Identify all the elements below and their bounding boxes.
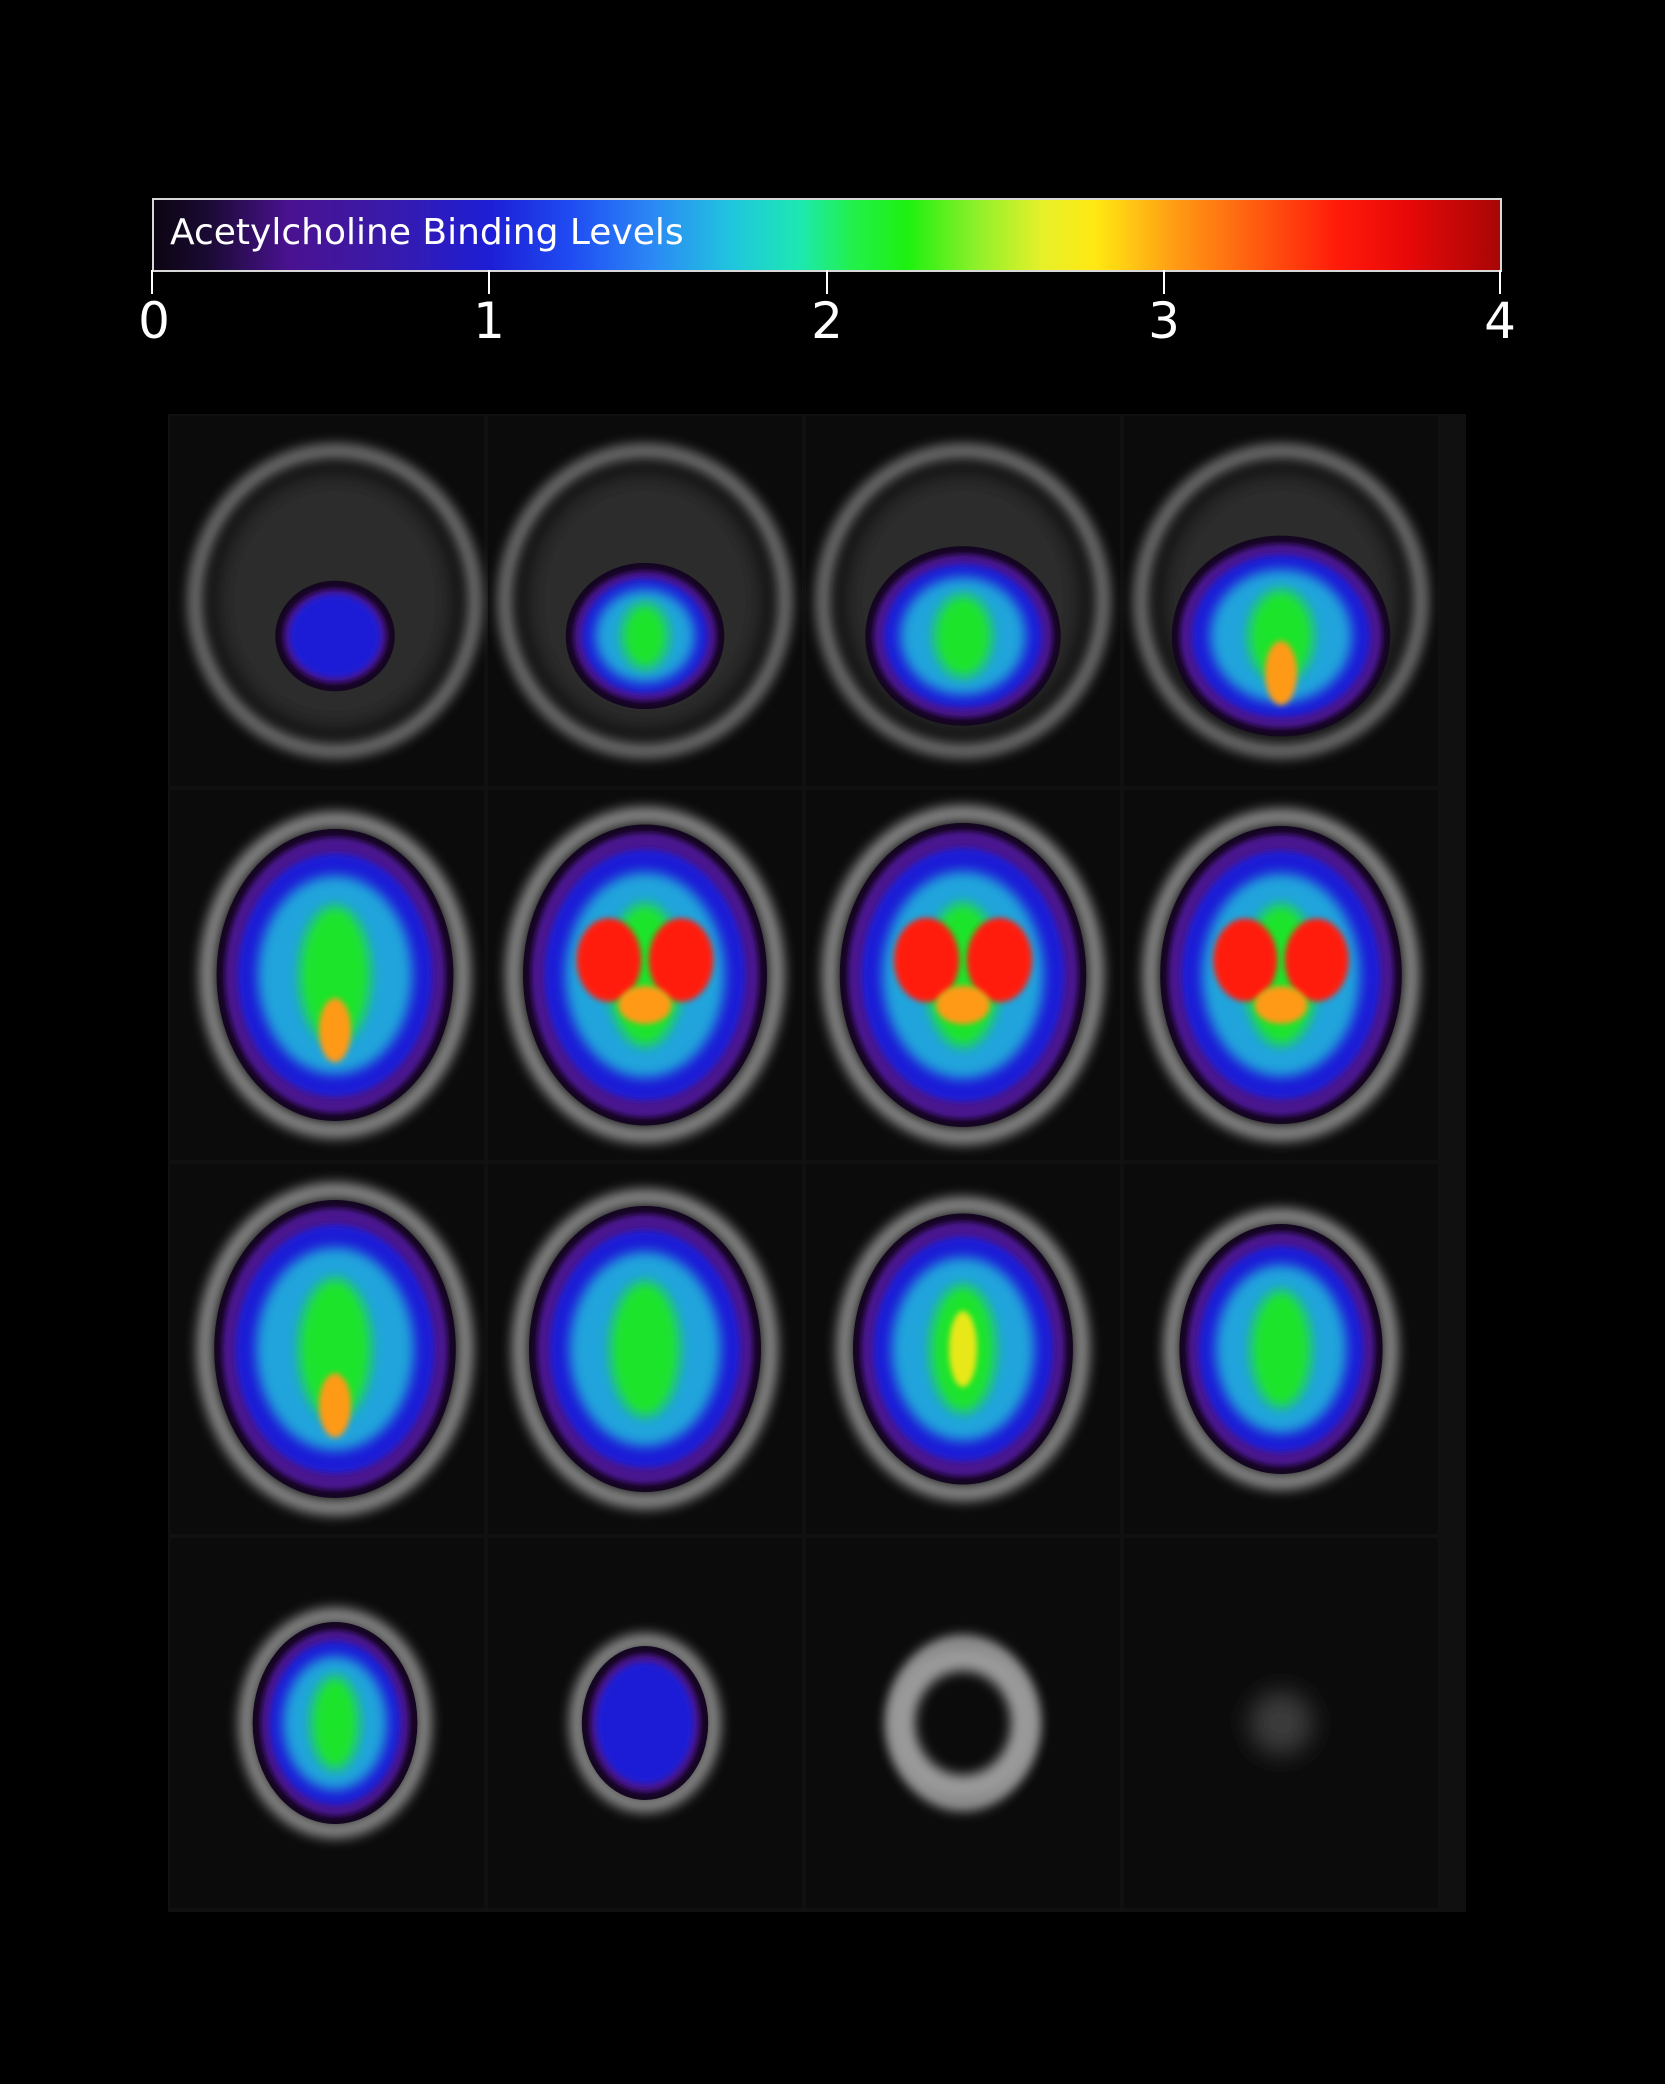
cerebellar-hotspot [1265,640,1297,705]
brain-slice [1124,416,1438,786]
skull-tissue [1249,1691,1313,1755]
colorbar-tick-mark [151,270,153,294]
colorbar-tick-mark [1163,270,1165,294]
brain-slice [170,1164,484,1534]
thalamus-region [936,985,990,1025]
brain-slice-grid [168,414,1466,1912]
brain-slice [170,416,484,786]
colorbar-tick-label: 0 [138,292,170,350]
colorbar-title: Acetylcholine Binding Levels [170,212,684,253]
brain-slice [806,1164,1120,1534]
brain-slice [1124,1538,1438,1908]
brain-slice [806,1538,1120,1908]
colorbar-tick-label: 3 [1148,292,1180,350]
colorbar-tick-mark [1499,270,1501,294]
brain-slice [806,790,1120,1160]
slice-tile [806,1538,1120,1908]
brain-slice-montage [168,414,1466,1912]
brain-region-green [934,595,992,677]
brain-slice [488,416,802,786]
brain-slice [488,1538,802,1908]
brain-region-green [311,1676,359,1770]
brain-region-green [622,603,668,669]
brain-slice [488,1164,802,1534]
brain-region-blue [596,1662,694,1784]
thalamus-region [618,986,672,1024]
brain-slice [170,790,484,1160]
midline-hotspot [949,1311,977,1387]
colorbar-tick-mark [488,270,490,294]
brain-slice [1124,1164,1438,1534]
cerebellar-hotspot [319,1373,351,1438]
brain-slice [488,790,802,1160]
colorbar-gradient: Acetylcholine Binding Levels [152,198,1502,272]
colorbar-tick-label: 4 [1484,292,1516,350]
cerebellar-hotspot [319,998,351,1063]
colorbar-tick-label: 2 [811,292,843,350]
brain-slice [170,1538,484,1908]
brain-slice [806,416,1120,786]
brain-slice [1124,790,1438,1160]
colorbar-tick-mark [826,270,828,294]
brain-region-blue [289,594,381,678]
colorbar-legend: Acetylcholine Binding Levels 0 1 2 3 4 [138,198,1516,350]
colorbar-tick-label: 1 [473,292,505,350]
colorbar-ticks: 0 1 2 3 4 [138,270,1516,360]
thalamus-region [1254,986,1308,1024]
brain-region-green [610,1281,680,1417]
brain-region-green [1251,1290,1311,1408]
